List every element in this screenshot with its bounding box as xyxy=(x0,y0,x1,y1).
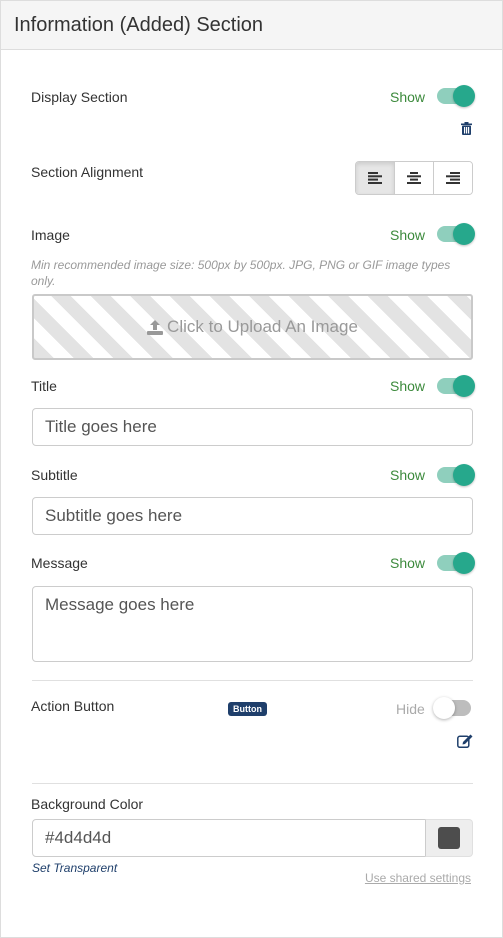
subtitle-input[interactable] xyxy=(32,497,473,535)
display-section-toggle[interactable] xyxy=(437,85,475,107)
toggle-knob xyxy=(453,223,475,245)
edit-action-button[interactable] xyxy=(457,734,473,753)
display-section-state: Show xyxy=(390,89,426,105)
background-color-label: Background Color xyxy=(31,796,144,812)
upload-icon xyxy=(147,319,164,335)
align-center-icon xyxy=(407,172,421,184)
delete-section-button[interactable] xyxy=(461,122,472,140)
color-picker-button[interactable] xyxy=(425,819,473,857)
divider xyxy=(32,680,473,681)
subtitle-state: Show xyxy=(390,467,426,483)
use-shared-settings-link[interactable]: Use shared settings xyxy=(365,871,471,885)
edit-icon xyxy=(457,734,473,749)
action-button-state: Hide xyxy=(396,701,425,717)
image-label: Image xyxy=(31,227,70,243)
action-button-toggle[interactable] xyxy=(433,697,471,719)
trash-icon xyxy=(461,122,472,135)
align-right-button[interactable] xyxy=(434,162,472,194)
button-type-badge: Button xyxy=(228,702,267,716)
section-settings-panel: Information (Added) Section Display Sect… xyxy=(0,0,503,938)
panel-title: Information (Added) Section xyxy=(14,14,264,36)
panel-header: Information (Added) Section xyxy=(1,1,502,50)
upload-label: Click to Upload An Image xyxy=(167,317,358,336)
message-textarea[interactable] xyxy=(32,586,473,662)
message-state: Show xyxy=(390,555,426,571)
section-alignment-label: Section Alignment xyxy=(31,164,144,180)
title-input[interactable] xyxy=(32,408,473,446)
toggle-knob xyxy=(453,375,475,397)
subtitle-toggle[interactable] xyxy=(437,464,475,486)
title-state: Show xyxy=(390,378,426,394)
align-right-icon xyxy=(446,172,460,184)
title-toggle[interactable] xyxy=(437,375,475,397)
action-button-label: Action Button xyxy=(31,698,115,714)
color-swatch xyxy=(438,827,460,849)
align-left-icon xyxy=(368,172,382,184)
message-toggle[interactable] xyxy=(437,552,475,574)
toggle-knob xyxy=(453,85,475,107)
subtitle-label: Subtitle xyxy=(31,467,78,483)
align-left-button[interactable] xyxy=(356,162,395,194)
display-section-label: Display Section xyxy=(31,89,128,105)
toggle-knob xyxy=(433,697,455,719)
image-toggle[interactable] xyxy=(437,223,475,245)
image-hint: Min recommended image size: 500px by 500… xyxy=(31,258,451,288)
alignment-button-group xyxy=(355,161,473,195)
message-label: Message xyxy=(31,555,88,571)
toggle-knob xyxy=(453,464,475,486)
image-state: Show xyxy=(390,227,426,243)
background-color-input[interactable] xyxy=(32,819,426,857)
divider xyxy=(32,783,473,784)
title-label: Title xyxy=(31,378,57,394)
set-transparent-link[interactable]: Set Transparent xyxy=(32,861,117,875)
image-upload-dropzone[interactable]: Click to Upload An Image xyxy=(32,294,473,360)
align-center-button[interactable] xyxy=(395,162,434,194)
toggle-knob xyxy=(453,552,475,574)
